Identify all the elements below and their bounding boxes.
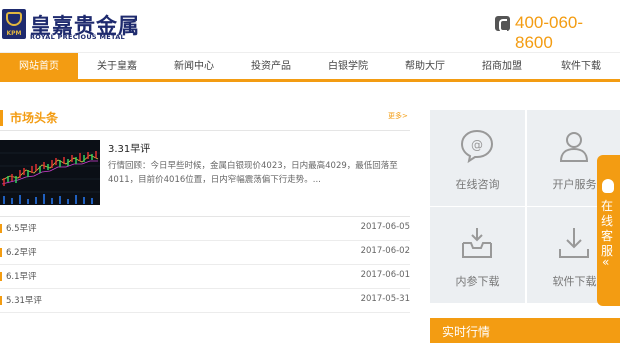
logo-abbrev: KPM <box>6 30 22 37</box>
nav-item-software[interactable]: 软件下载 <box>542 53 620 80</box>
user-icon <box>559 132 589 162</box>
news-list-item[interactable]: 6.5早评 2017-06-05 <box>0 217 410 241</box>
news-title[interactable]: 6.1早评 <box>6 270 37 282</box>
realtime-quotes-title: 实时行情 <box>442 325 491 339</box>
qq-penguin-icon <box>602 179 614 193</box>
nav-item-academy[interactable]: 白银学院 <box>309 53 387 80</box>
service-reference-download[interactable]: 内参下载 <box>430 207 525 303</box>
bullet-marker <box>0 248 2 257</box>
svg-text:@: @ <box>471 138 483 152</box>
nav-item-help[interactable]: 帮助大厅 <box>386 53 464 80</box>
chevron-left-icon: « <box>602 255 610 269</box>
news-title[interactable]: 6.5早评 <box>6 222 37 234</box>
bullet-marker <box>0 272 2 281</box>
hotline-number[interactable]: 400-060-8600 <box>515 13 620 53</box>
news-date: 2017-06-05 <box>360 222 410 232</box>
divider <box>0 130 410 131</box>
nav-item-franchise[interactable]: 招商加盟 <box>463 53 541 80</box>
service-label: 在线咨询 <box>455 178 500 191</box>
featured-article-title[interactable]: 3.31早评 <box>108 140 150 155</box>
nav-item-products[interactable]: 投资产品 <box>232 53 310 80</box>
news-title[interactable]: 5.31早评 <box>6 294 42 306</box>
online-service-tab[interactable]: 在线客服 « <box>597 155 620 306</box>
download-icon <box>559 228 589 258</box>
nav-item-home[interactable]: 网站首页 <box>0 53 78 80</box>
bullet-marker <box>0 224 2 233</box>
market-news-title: 市场头条 <box>0 110 58 126</box>
news-date: 2017-05-31 <box>360 294 410 304</box>
chat-bubble-icon: @ <box>460 129 494 164</box>
realtime-quotes-header[interactable]: 实时行情 <box>430 318 620 343</box>
phone-icon <box>495 16 510 32</box>
news-list-item[interactable]: 5.31早评 2017-05-31 <box>0 289 410 313</box>
nav-item-about[interactable]: 关于皇嘉 <box>78 53 156 80</box>
news-list-item[interactable]: 6.2早评 2017-06-02 <box>0 241 410 265</box>
news-title[interactable]: 6.2早评 <box>6 246 37 258</box>
site-header: KPM 皇嘉贵金属 ROYAL PRECIOUS METAL 400-060-8… <box>0 0 620 53</box>
bullet-marker <box>0 296 2 305</box>
online-service-label: 在线客服 <box>601 199 614 258</box>
news-date: 2017-06-01 <box>360 270 410 280</box>
brand-name-en: ROYAL PRECIOUS METAL <box>30 33 125 41</box>
news-date: 2017-06-02 <box>360 246 410 256</box>
more-link[interactable]: 更多> <box>388 111 408 121</box>
crown-emblem-icon <box>6 12 22 26</box>
nav-item-news[interactable]: 新闻中心 <box>155 53 233 80</box>
featured-chart-thumbnail[interactable] <box>0 140 100 205</box>
inbox-icon <box>462 228 492 258</box>
service-online-consult[interactable]: @ 在线咨询 <box>430 110 525 206</box>
service-label: 内参下载 <box>455 275 500 288</box>
logo[interactable]: KPM <box>2 9 26 39</box>
main-nav: 网站首页 关于皇嘉 新闻中心 投资产品 白银学院 帮助大厅 招商加盟 软件下载 <box>0 52 620 82</box>
news-list-item[interactable]: 6.1早评 2017-06-01 <box>0 265 410 289</box>
featured-article-excerpt: 行情回顾：今日早些时候，金属白银现价4023，日内最高4029，最低回落至401… <box>108 161 398 185</box>
